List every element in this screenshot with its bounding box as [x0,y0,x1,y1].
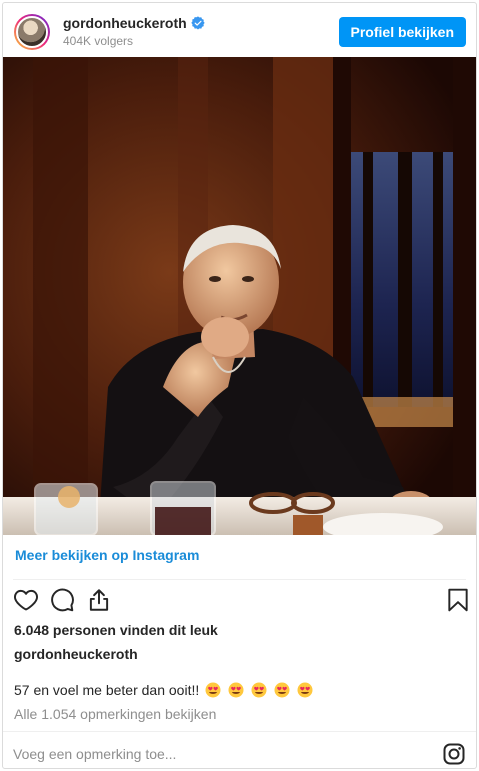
instagram-embed-card: gordonheuckeroth 404K volgers Profiel be… [2,2,477,769]
caption: 57 en voel me beter dan ooit!! [14,682,316,701]
share-icon[interactable] [86,587,112,613]
view-all-comments-link[interactable]: Alle 1.054 opmerkingen bekijken [14,706,216,722]
follower-count: 404K volgers [63,34,134,48]
add-comment-input[interactable] [13,743,413,765]
post-photo-illustration [3,57,476,535]
post-image[interactable] [3,57,476,535]
divider [3,731,476,732]
view-profile-button[interactable]: Profiel bekijken [338,17,466,47]
action-bar [3,583,476,619]
heart-eyes-emoji-icon [228,682,244,698]
divider [13,579,466,580]
emoji-group [205,682,316,701]
heart-eyes-emoji-icon [205,682,221,698]
heart-eyes-emoji-icon [274,682,290,698]
avatar-image [16,16,48,48]
like-count[interactable]: 6.048 personen vinden dit leuk [14,622,218,638]
username[interactable]: gordonheuckeroth [63,15,205,31]
comment-icon[interactable] [49,587,75,613]
avatar[interactable] [14,14,50,50]
post-header: gordonheuckeroth 404K volgers Profiel be… [3,3,476,59]
heart-eyes-emoji-icon [251,682,267,698]
username-text[interactable]: gordonheuckeroth [63,15,187,31]
bookmark-icon[interactable] [445,587,471,613]
view-more-on-instagram-link[interactable]: Meer bekijken op Instagram [15,547,199,563]
instagram-icon[interactable] [442,742,466,766]
heart-eyes-emoji-icon [297,682,313,698]
verified-icon [190,16,205,30]
heart-icon[interactable] [13,587,39,613]
caption-text: 57 en voel me beter dan ooit!! [14,682,200,698]
caption-username[interactable]: gordonheuckeroth [14,646,138,662]
